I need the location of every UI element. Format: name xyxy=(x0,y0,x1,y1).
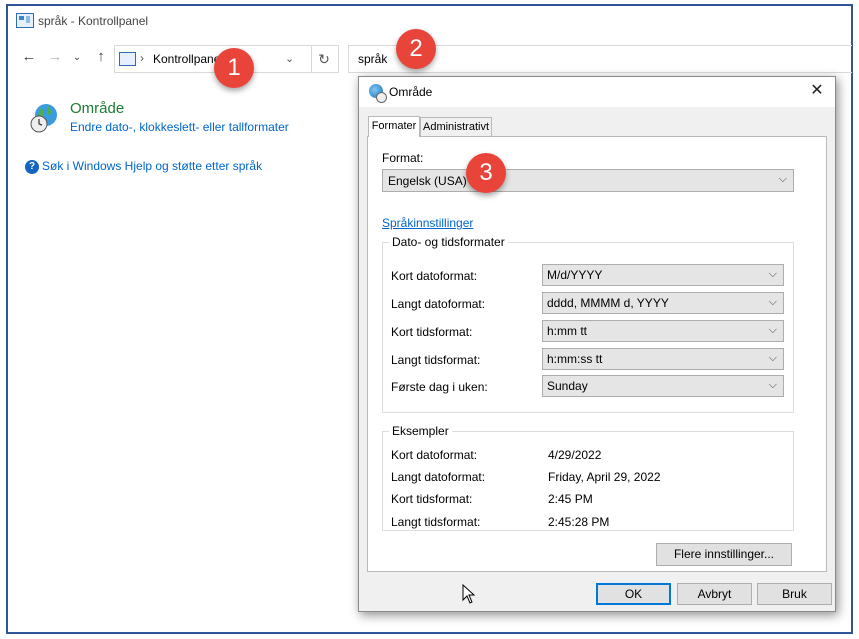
change-formats-link[interactable]: Endre dato-, klokkeslett- eller tallform… xyxy=(70,120,289,134)
mouse-cursor-icon xyxy=(462,584,476,604)
dialog-titlebar: Område ✕ xyxy=(359,77,835,107)
chevron-down-icon: ⌵ xyxy=(768,324,777,336)
examples-legend: Eksempler xyxy=(392,424,449,438)
date-time-formats-legend: Dato- og tidsformater xyxy=(392,235,505,249)
close-icon[interactable]: ✕ xyxy=(805,80,829,102)
short-time-value: h:mm tt xyxy=(547,324,588,338)
example-long-date-value: Friday, April 29, 2022 xyxy=(548,470,661,484)
format-dropdown[interactable]: Engelsk (USA) ⌵ xyxy=(382,169,794,192)
format-dropdown-value: Engelsk (USA) xyxy=(388,174,467,188)
region-result-title[interactable]: Område xyxy=(70,100,124,117)
short-time-dropdown[interactable]: h:mm tt ⌵ xyxy=(542,320,784,342)
formats-tab-panel: Format: Engelsk (USA) ⌵ Språkinnstilling… xyxy=(367,136,827,572)
control-panel-icon xyxy=(119,52,136,66)
chevron-down-icon: ⌵ xyxy=(768,296,777,308)
address-dropdown-icon[interactable]: ⌄ xyxy=(285,52,294,65)
long-date-dropdown[interactable]: dddd, MMMM d, YYYY ⌵ xyxy=(542,292,784,314)
example-short-date-value: 4/29/2022 xyxy=(548,448,602,462)
long-time-value: h:mm:ss tt xyxy=(547,352,603,366)
first-day-label: Første dag i uken: xyxy=(391,380,488,394)
long-time-label: Langt tidsformat: xyxy=(391,353,481,367)
recent-locations-chevron-icon[interactable]: ⌄ xyxy=(68,49,86,67)
breadcrumb-separator-icon[interactable]: › xyxy=(140,51,144,65)
region-dialog: Område ✕ Formater Administrativt Format:… xyxy=(358,76,836,612)
format-label: Format: xyxy=(382,151,424,165)
short-date-label: Kort datoformat: xyxy=(391,269,478,283)
search-input-value: språk xyxy=(358,52,388,66)
chevron-down-icon: ⌵ xyxy=(778,173,787,185)
callout-badge-2: 2 xyxy=(396,29,436,69)
example-short-time-value: 2:45 PM xyxy=(548,492,593,506)
help-icon[interactable]: ? xyxy=(25,160,39,174)
first-day-value: Sunday xyxy=(547,379,588,393)
long-date-value: dddd, MMMM d, YYYY xyxy=(547,296,669,310)
language-settings-link[interactable]: Språkinnstillinger xyxy=(382,216,473,230)
back-arrow-icon[interactable]: ← xyxy=(20,48,38,66)
example-short-time-label: Kort tidsformat: xyxy=(391,492,473,506)
callout-badge-1: 1 xyxy=(214,48,254,88)
address-bar[interactable]: › Kontrollpanel ⌄ xyxy=(114,45,312,73)
region-globe-clock-icon xyxy=(30,104,57,133)
date-time-formats-group: Dato- og tidsformater Kort datoformat: M… xyxy=(382,235,794,413)
short-time-label: Kort tidsformat: xyxy=(391,325,473,339)
refresh-icon[interactable]: ↻ xyxy=(310,45,339,73)
example-long-date-label: Langt datoformat: xyxy=(391,470,486,484)
cancel-button[interactable]: Avbryt xyxy=(677,583,752,605)
breadcrumb-kontrollpanel[interactable]: Kontrollpanel xyxy=(153,52,223,66)
chevron-down-icon: ⌵ xyxy=(768,352,777,364)
forward-arrow-icon[interactable]: → xyxy=(46,48,64,66)
ok-button[interactable]: OK xyxy=(596,583,671,605)
short-date-dropdown[interactable]: M/d/YYYY ⌵ xyxy=(542,264,784,286)
long-date-label: Langt datoformat: xyxy=(391,297,486,311)
chevron-down-icon: ⌵ xyxy=(768,268,777,280)
first-day-dropdown[interactable]: Sunday ⌵ xyxy=(542,375,784,397)
example-long-time-value: 2:45:28 PM xyxy=(548,515,610,529)
chevron-down-icon: ⌵ xyxy=(768,379,777,391)
more-settings-button[interactable]: Flere innstillinger... xyxy=(656,543,792,566)
callout-badge-3: 3 xyxy=(466,153,506,193)
apply-button[interactable]: Bruk xyxy=(757,583,832,605)
short-date-value: M/d/YYYY xyxy=(547,268,603,282)
control-panel-icon xyxy=(16,13,34,28)
tab-formater[interactable]: Formater xyxy=(368,116,420,137)
long-time-dropdown[interactable]: h:mm:ss tt ⌵ xyxy=(542,348,784,370)
windows-help-search-link[interactable]: Søk i Windows Hjelp og støtte etter språ… xyxy=(42,159,262,173)
example-long-time-label: Langt tidsformat: xyxy=(391,515,481,529)
up-arrow-icon[interactable]: ↑ xyxy=(92,48,110,66)
example-short-date-label: Kort datoformat: xyxy=(391,448,478,462)
control-panel-titlebar: språk - Kontrollpanel xyxy=(8,6,851,36)
examples-group: Eksempler Kort datoformat: 4/29/2022 Lan… xyxy=(382,424,794,531)
tab-administrativt[interactable]: Administrativt xyxy=(420,117,492,137)
region-globe-icon xyxy=(369,84,387,103)
dialog-title: Område xyxy=(389,85,433,99)
window-title: språk - Kontrollpanel xyxy=(38,14,149,28)
